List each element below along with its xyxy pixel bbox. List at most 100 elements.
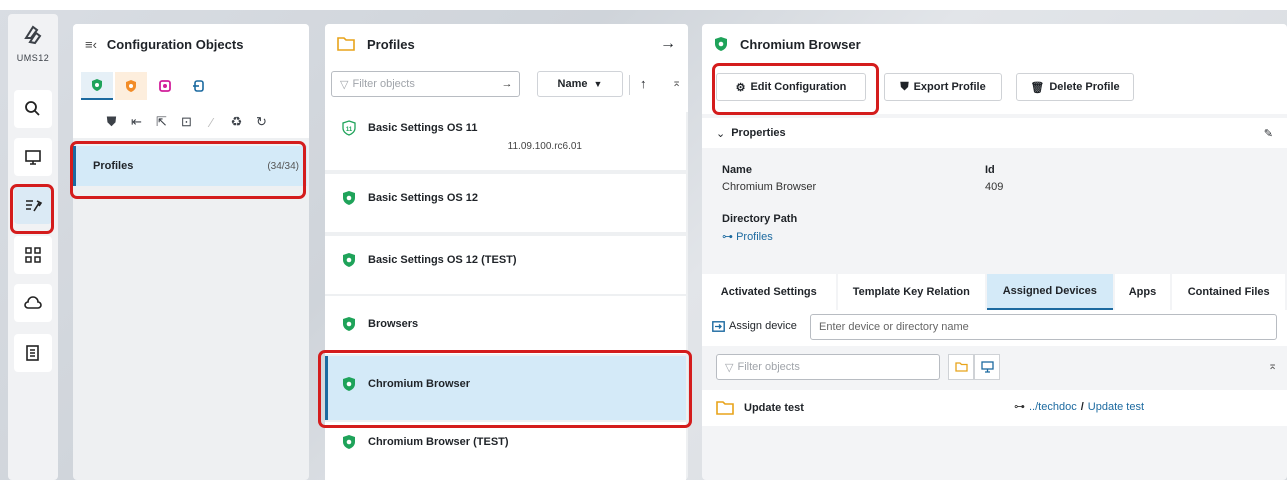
list-item-browsers[interactable]: Browsers [325,296,686,354]
collapse-chevrons-icon[interactable]: ⌅ [672,76,681,89]
sort-label: Name [557,78,588,90]
tab-label: Contained Files [1187,286,1270,298]
tree-toolbar: ⛊ ⇤ ⇱ ⊡ ∕ ♻ ↻ [99,110,274,134]
tab-contained-files[interactable]: Contained Files [1172,274,1285,310]
result-path[interactable]: ⊶ ../techdoc / Update test [1014,400,1145,414]
list-item-basic-settings-os-11[interactable]: 11 Basic Settings OS 11 11.09.100.rc6.01 [325,112,686,170]
configuration-objects-header: ≡‹ Configuration Objects [73,24,309,64]
list-item-label: Basic Settings OS 12 [368,192,479,204]
sort-dropdown[interactable]: Name ▼ [537,71,623,97]
edit-configuration-button[interactable]: ⚙ Edit Configuration [716,73,866,101]
path-name: Update test [1087,400,1145,413]
document-icon[interactable] [14,334,52,372]
monitor-icon[interactable] [14,138,52,176]
logo-text: UMS12 [16,53,50,63]
shield-icon [343,317,355,331]
new-folder-icon[interactable]: ⊡ [174,114,199,130]
shield-icon [343,435,355,449]
trash-icon: 🗑 [1030,81,1045,94]
svg-text:11: 11 [346,127,353,133]
search-icon[interactable] [14,90,52,128]
tab-label: Assigned Devices [1002,285,1097,297]
tab-activated-settings[interactable]: Activated Settings [702,274,836,310]
profiles-filter-bar: ▽ Filter objects → Name ▼ ↑ ⌅ [325,64,688,112]
edit-pencil-icon[interactable]: ✎ [1264,127,1273,140]
id-value: 409 [985,181,1004,193]
divider [629,75,630,95]
directory-path-link[interactable]: ⊶ Profiles [722,230,773,243]
object-type-tabs: ⛊ ⇤ ⇱ ⊡ ∕ ♻ ↻ [73,64,309,138]
tab-label: Apps [1128,286,1157,298]
list-item-label: Basic Settings OS 12 (TEST) [368,254,517,266]
folder-icon [716,401,734,415]
id-label: Id [985,164,995,176]
list-item-basic-settings-os-12-test[interactable]: Basic Settings OS 12 (TEST) [325,236,686,294]
profiles-panel: Profiles → ▽ Filter objects → Name ▼ ↑ ⌅… [325,24,688,480]
recycle-icon[interactable]: ♻ [224,114,249,130]
filter-go-arrow-icon[interactable]: → [495,72,519,96]
export-profile-button[interactable]: ⛊ Export Profile [884,73,1002,101]
file-object-icon[interactable] [183,72,215,100]
filter-input[interactable]: ▽ Filter objects → [331,71,520,97]
tab-assigned-devices[interactable]: Assigned Devices [987,274,1113,310]
edit-pencil-icon[interactable]: ∕ [199,115,224,130]
import-icon[interactable]: ⇤ [124,114,149,130]
detail-toolbar: ⚙ Edit Configuration ⛊ Export Profile 🗑 … [702,64,1287,114]
edit-configuration-label: Edit Configuration [750,81,847,93]
export-shield-icon: ⛊ [900,80,909,93]
list-item-version: 11.09.100.rc6.01 [507,141,582,152]
name-value: Chromium Browser [722,181,817,193]
assign-device-label: Assign device [729,320,797,332]
apps-grid-icon[interactable] [14,236,52,274]
device-filter-toggle[interactable] [974,354,1000,380]
shield-icon [343,191,355,205]
gear-icon: ⚙ [735,81,746,94]
folder-filter-toggle[interactable] [948,354,974,380]
configuration-icon[interactable] [14,186,52,224]
tree-item-profiles[interactable]: Profiles (34/34) [73,146,307,186]
list-item-chromium-browser-test[interactable]: Chromium Browser (TEST) [325,422,686,480]
list-item-basic-settings-os-12[interactable]: Basic Settings OS 12 [325,174,686,232]
assign-device-button[interactable]: Assign device [712,320,797,332]
list-item-label: Basic Settings OS 11 [368,122,478,134]
delete-profile-button[interactable]: 🗑 Delete Profile [1016,73,1134,101]
priority-profile-icon[interactable] [115,72,147,100]
tab-template-key-relation[interactable]: Template Key Relation [837,274,986,310]
filter-funnel-icon: ▽ [725,361,734,374]
template-key-icon[interactable] [149,72,181,100]
chevron-down-icon: ⌄ [716,127,726,140]
refresh-icon[interactable]: ↻ [249,114,274,130]
export-icon[interactable]: ⇱ [149,114,174,130]
os11-badge-icon: 11 [342,120,356,136]
app-logo: UMS12 [8,24,58,63]
panel-title: Profiles [367,36,415,52]
tab-label: Template Key Relation [852,286,970,298]
list-item-label: Chromium Browser [368,378,471,390]
sort-ascending-arrow-icon[interactable]: ↑ [640,76,647,91]
name-label: Name [722,164,752,176]
assigned-filter-input[interactable]: ▽ Filter objects [716,354,940,380]
nav-rail: UMS12 [8,14,58,480]
new-profile-icon[interactable]: ⛊ [99,114,124,130]
assign-device-input[interactable]: Enter device or directory name [810,314,1277,340]
collapse-menu-icon[interactable]: ≡‹ [85,37,97,52]
cloud-icon[interactable] [14,284,52,322]
profile-type-shield-icon[interactable] [81,72,113,100]
result-label: Update test [744,402,804,414]
shield-icon [343,377,355,391]
filter-placeholder: Filter objects [352,78,415,90]
tab-apps[interactable]: Apps [1114,274,1171,310]
top-strip [0,0,1287,10]
properties-header[interactable]: ⌄ Properties ✎ [702,118,1287,148]
profiles-header: Profiles → [325,24,688,64]
folder-icon [954,362,968,372]
folder-icon [337,37,355,51]
delete-profile-label: Delete Profile [1049,81,1120,93]
path-separator: / [1080,400,1084,413]
table-row[interactable]: Update test ⊶ ../techdoc / Update test [702,390,1287,426]
caret-down-icon: ▼ [593,79,603,89]
export-profile-label: Export Profile [913,81,986,93]
collapse-chevrons-icon[interactable]: ⌅ [1268,359,1277,372]
navigate-arrow-icon[interactable]: → [660,35,676,53]
list-item-chromium-browser[interactable]: Chromium Browser [325,356,686,420]
